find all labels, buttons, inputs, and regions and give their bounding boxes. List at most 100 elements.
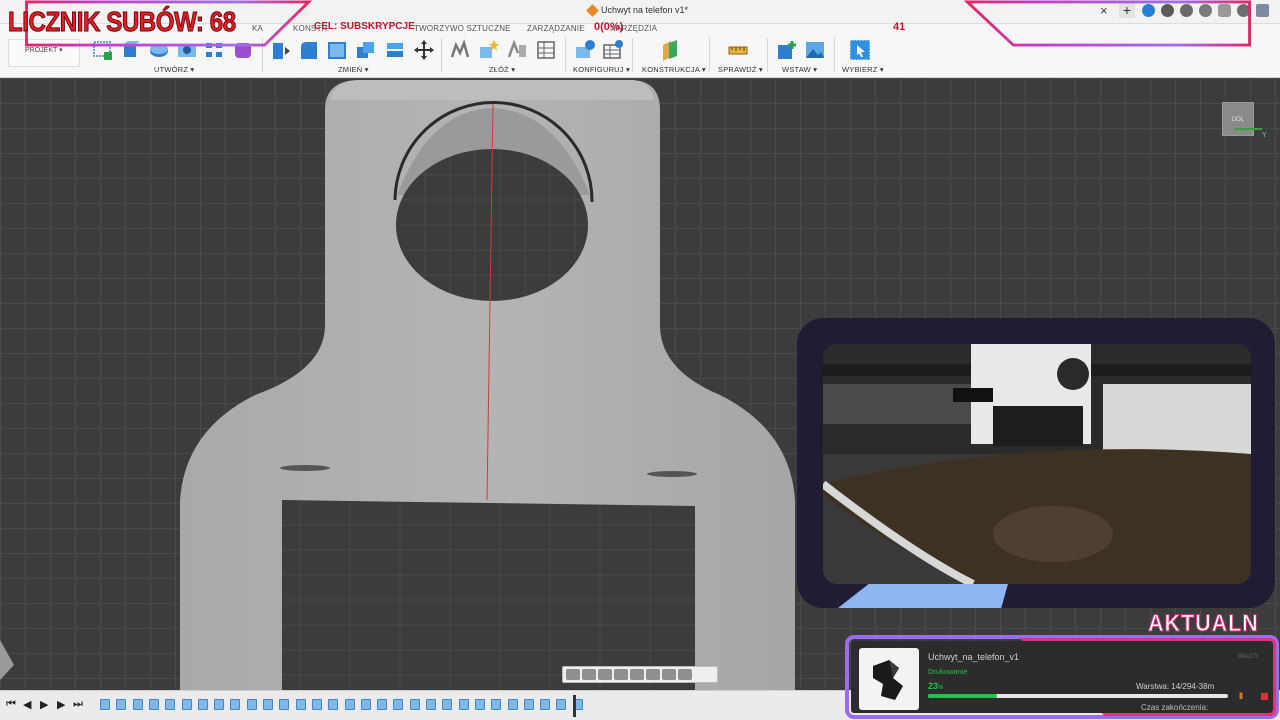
timeline-previous-button[interactable]: ◀ (23, 698, 31, 711)
revolve-icon[interactable] (148, 39, 170, 61)
timeline-feature[interactable] (214, 699, 225, 710)
move-icon[interactable] (413, 39, 435, 61)
pattern-icon[interactable] (204, 39, 226, 61)
insert-image-icon[interactable] (804, 39, 826, 61)
timeline-feature[interactable] (426, 699, 436, 710)
timeline-next-button[interactable]: ▶ (57, 698, 65, 711)
timeline-feature[interactable] (344, 699, 355, 710)
group-wstaw[interactable]: WSTAW ▾ (782, 65, 817, 74)
timeline-feature[interactable] (132, 699, 143, 710)
viewports-icon[interactable] (678, 669, 692, 680)
extrude-icon[interactable] (120, 39, 142, 61)
tab-tworzywo-sztuczne[interactable]: TWORZYWO SZTUCZNE (414, 24, 511, 33)
y-axis-indicator (1234, 128, 1262, 130)
group-konstrukcja[interactable]: KONSTRUKCJA ▾ (642, 65, 706, 74)
motion-study-icon[interactable] (535, 39, 557, 61)
print-progress-bar (928, 694, 1228, 698)
as-built-joint-icon[interactable] (506, 39, 528, 61)
timeline-feature[interactable] (230, 699, 241, 710)
pan-icon[interactable] (598, 669, 612, 680)
user-avatar-icon[interactable] (1256, 4, 1269, 17)
measure-icon[interactable] (727, 39, 749, 61)
history-icon[interactable] (1199, 4, 1212, 17)
print-time-remaining: -38m (1196, 682, 1215, 691)
subs-counter: LICZNIK SUBÓW: 68 (8, 6, 237, 38)
timeline-feature[interactable] (409, 699, 420, 710)
display-settings-icon[interactable] (646, 669, 660, 680)
printer-camera-image (823, 344, 1251, 584)
insert-derive-icon[interactable] (776, 39, 798, 61)
tab-ka[interactable]: KA (252, 24, 263, 33)
timeline-feature[interactable] (100, 699, 110, 710)
project-button[interactable]: PROJEKT ▾ (8, 39, 80, 67)
timeline-last-button[interactable]: ⏭ (73, 698, 83, 711)
shell-icon[interactable] (326, 39, 348, 61)
timeline-feature[interactable] (181, 699, 192, 710)
timeline-feature[interactable] (263, 699, 273, 710)
timeline-feature[interactable] (523, 699, 534, 710)
online-status-icon[interactable] (1142, 4, 1155, 17)
timeline-feature[interactable] (148, 699, 159, 710)
hole-icon[interactable] (176, 39, 198, 61)
press-pull-icon[interactable] (270, 39, 292, 61)
new-component-icon[interactable] (477, 39, 499, 61)
job-status-icon[interactable] (1180, 4, 1193, 17)
timeline-feature[interactable] (295, 699, 306, 710)
group-zmien[interactable]: ZMIEŃ ▾ (338, 65, 369, 74)
fit-icon[interactable] (630, 669, 644, 680)
timeline-feature[interactable] (328, 699, 339, 710)
group-sprawdz[interactable]: SPRAWDŹ ▾ (718, 65, 763, 74)
new-tab-button[interactable]: + (1119, 2, 1135, 18)
group-zloz[interactable]: ZŁÓŻ ▾ (489, 65, 515, 74)
help-icon[interactable] (1237, 4, 1250, 17)
timeline-marker[interactable] (573, 695, 576, 717)
separator (834, 38, 835, 72)
timeline-feature[interactable] (197, 699, 208, 710)
print-status-card: Uchwyt_na_telefon_v1 Drukowanie 80e27t 2… (848, 638, 1276, 716)
timeline-feature[interactable] (507, 699, 518, 710)
timeline-feature[interactable] (165, 699, 176, 710)
create-sketch-icon[interactable] (92, 39, 114, 61)
timeline-feature[interactable] (393, 699, 404, 710)
timeline-feature[interactable] (116, 699, 127, 710)
grid-settings-icon[interactable] (662, 669, 676, 680)
timeline-feature[interactable] (474, 699, 485, 710)
group-utworz[interactable]: UTWÓRZ ▾ (154, 65, 194, 74)
stop-print-button[interactable] (1261, 693, 1268, 700)
timeline-feature[interactable] (311, 699, 322, 710)
group-wybierz[interactable]: WYBIERZ ▾ (842, 65, 884, 74)
timeline-feature[interactable] (491, 699, 502, 710)
form-icon[interactable] (232, 39, 254, 61)
extensions-icon[interactable] (1161, 4, 1174, 17)
close-tab-button[interactable]: × (1100, 3, 1108, 18)
notifications-icon[interactable] (1218, 4, 1231, 17)
construction-plane-icon[interactable] (659, 39, 681, 61)
timeline-feature[interactable] (458, 699, 469, 710)
look-at-icon[interactable] (582, 669, 596, 680)
select-icon[interactable] (849, 39, 871, 61)
joint-icon[interactable] (449, 39, 471, 61)
pause-print-button[interactable]: II (1239, 691, 1243, 701)
tab-zarzadzanie[interactable]: ZARZĄDZANIE (527, 24, 585, 33)
timeline-feature[interactable] (246, 699, 257, 710)
orbit-icon[interactable] (566, 669, 580, 680)
timeline-feature[interactable] (279, 699, 290, 710)
separator (565, 38, 566, 72)
group-konfiguruj[interactable]: KONFIGURUJ ▾ (573, 65, 630, 74)
zoom-icon[interactable] (614, 669, 628, 680)
configuration-table-icon[interactable] (602, 39, 624, 61)
timeline-feature[interactable] (556, 699, 567, 710)
fillet-icon[interactable] (298, 39, 320, 61)
configure-icon[interactable] (574, 39, 596, 61)
timeline-feature[interactable] (540, 699, 551, 710)
split-body-icon[interactable] (384, 39, 406, 61)
timeline-feature[interactable] (377, 699, 388, 710)
y-axis-label: Y (1262, 132, 1267, 139)
view-cube[interactable]: DÓŁ (1222, 102, 1254, 136)
combine-icon[interactable] (354, 39, 376, 61)
timeline-first-button[interactable]: ⏮ (6, 698, 16, 711)
timeline-play-button[interactable]: ▶ (40, 698, 48, 711)
timeline-feature[interactable] (442, 699, 453, 710)
print-thumbnail (859, 648, 919, 710)
timeline-feature[interactable] (360, 699, 371, 710)
